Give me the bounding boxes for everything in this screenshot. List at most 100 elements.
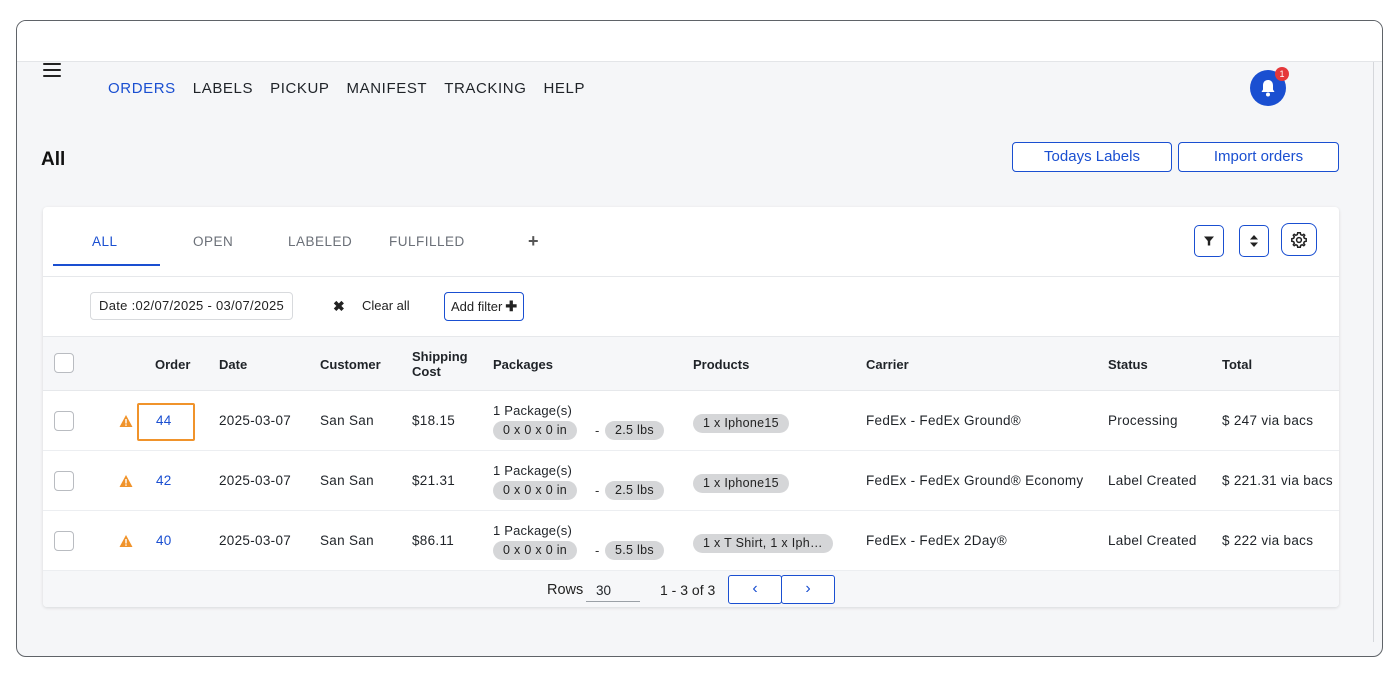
todays-labels-button[interactable]: Todays Labels [1012,142,1172,172]
app-window: ORDERS LABELS PICKUP MANIFEST TRACKING H… [16,20,1383,657]
plus-icon: ✚ [505,298,518,314]
dimensions-pill: 0 x 0 x 0 in [493,481,578,500]
shipping-cost: $21.31 [412,473,456,488]
nav-manifest[interactable]: MANIFEST [347,79,428,99]
status: Label Created [1108,473,1197,488]
total: $ 221.31 via bacs [1222,473,1333,488]
table-row[interactable]: 40 2025-03-07 San San $86.11 1 Package(s… [43,511,1339,571]
products-pill: 1 x T Shirt, 1 x Iph… [693,534,833,553]
import-orders-button[interactable]: Import orders [1178,142,1339,172]
col-order[interactable]: Order [155,357,190,372]
total: $ 222 via bacs [1222,533,1314,548]
carrier: FedEx - FedEx Ground® [866,413,1022,428]
weight-pill: 2.5 lbs [605,421,664,440]
warning-icon [119,415,133,427]
bell-icon [1261,80,1275,97]
table-row[interactable]: 44 2025-03-07 San San $18.15 1 Package(s… [43,391,1339,451]
customer-name: San San [320,413,374,428]
scrollbar-track[interactable] [1373,62,1374,642]
nav-orders[interactable]: ORDERS [108,79,176,99]
sort-icon [1250,235,1258,247]
order-link[interactable]: 40 [156,533,172,548]
carrier: FedEx - FedEx 2Day® [866,533,1007,548]
notification-bell-button[interactable]: 1 [1250,67,1289,106]
top-nav: ORDERS LABELS PICKUP MANIFEST TRACKING H… [108,79,602,99]
separator-dash: - [595,423,600,438]
row-checkbox[interactable] [54,411,74,431]
table-header: Order Date Customer Shipping Cost Packag… [43,337,1339,391]
col-customer[interactable]: Customer [320,357,381,372]
col-packages[interactable]: Packages [493,357,553,372]
filter-icon [1204,236,1214,246]
dimensions-pill: 0 x 0 x 0 in [493,541,578,560]
tab-all[interactable]: ALL [92,234,118,249]
page-title: All [41,149,66,170]
package-count: 1 Package(s) [493,403,572,418]
menu-line [43,69,61,71]
weight-pill: 5.5 lbs [605,541,664,560]
next-page-button[interactable]: › [781,575,835,604]
menu-line [43,75,61,77]
nav-pickup[interactable]: PICKUP [270,79,329,99]
nav-labels[interactable]: LABELS [193,79,253,99]
tab-labeled[interactable]: LABELED [288,234,352,249]
active-tab-indicator [53,264,160,266]
status: Processing [1108,413,1178,428]
col-shipping-cost-line2[interactable]: Cost [412,364,441,379]
prev-page-button[interactable]: ‹ [728,575,782,604]
date-filter-chip[interactable]: Date :02/07/2025 - 03/07/2025 [90,292,294,320]
package-count: 1 Package(s) [493,523,572,538]
nav-tracking[interactable]: TRACKING [444,79,526,99]
filter-bar: Date :02/07/2025 - 03/07/2025 ✖ Clear al… [43,277,1339,337]
order-link[interactable]: 42 [156,473,172,488]
row-checkbox[interactable] [54,531,74,551]
dimensions-pill: 0 x 0 x 0 in [493,421,578,440]
order-date: 2025-03-07 [219,413,292,428]
warning-icon [119,475,133,487]
separator-dash: - [595,543,600,558]
products-pill: 1 x Iphone15 [693,474,789,493]
weight-pill: 2.5 lbs [605,481,664,500]
settings-button[interactable] [1281,223,1317,256]
tab-open[interactable]: OPEN [193,234,233,249]
add-filter-button[interactable]: Add filter ✚ [444,292,525,321]
customer-name: San San [320,533,374,548]
page-range: 1 - 3 of 3 [660,582,716,598]
order-date: 2025-03-07 [219,533,292,548]
shipping-cost: $86.11 [412,533,455,548]
select-all-checkbox[interactable] [54,353,74,373]
order-link[interactable]: 44 [156,413,172,428]
col-status[interactable]: Status [1108,357,1148,372]
col-total[interactable]: Total [1222,357,1252,372]
rows-label: Rows [547,582,584,598]
order-date: 2025-03-07 [219,473,292,488]
clear-x-icon[interactable]: ✖ [333,298,345,315]
clear-all-button[interactable]: Clear all [362,298,410,313]
col-products[interactable]: Products [693,357,749,372]
add-tab-button[interactable]: + [528,231,539,252]
menu-line [43,63,61,65]
status: Label Created [1108,533,1197,548]
filter-button[interactable] [1194,225,1224,257]
separator-dash: - [595,483,600,498]
pagination-bar: Rows 30 1 - 3 of 3 ‹ › [43,571,1339,607]
warning-icon [119,535,133,547]
row-checkbox[interactable] [54,471,74,491]
hamburger-menu-icon[interactable] [43,63,61,77]
status-tabs: ALL OPEN LABELED FULFILLED + [43,207,1339,277]
col-carrier[interactable]: Carrier [866,357,909,372]
col-date[interactable]: Date [219,357,247,372]
products-pill: 1 x Iphone15 [693,414,789,433]
sort-button[interactable] [1239,225,1269,257]
col-shipping-cost-line1[interactable]: Shipping [412,349,468,364]
table-row[interactable]: 42 2025-03-07 San San $21.31 1 Package(s… [43,451,1339,511]
tab-fulfilled[interactable]: FULFILLED [389,234,465,249]
rows-per-page-select[interactable]: 30 [586,581,640,602]
notification-badge: 1 [1275,67,1289,81]
customer-name: San San [320,473,374,488]
nav-help[interactable]: HELP [544,79,586,99]
total: $ 247 via bacs [1222,413,1314,428]
browser-top-strip [17,21,1382,62]
shipping-cost: $18.15 [412,413,456,428]
orders-card: ALL OPEN LABELED FULFILLED + Date:02/07… [43,207,1339,607]
